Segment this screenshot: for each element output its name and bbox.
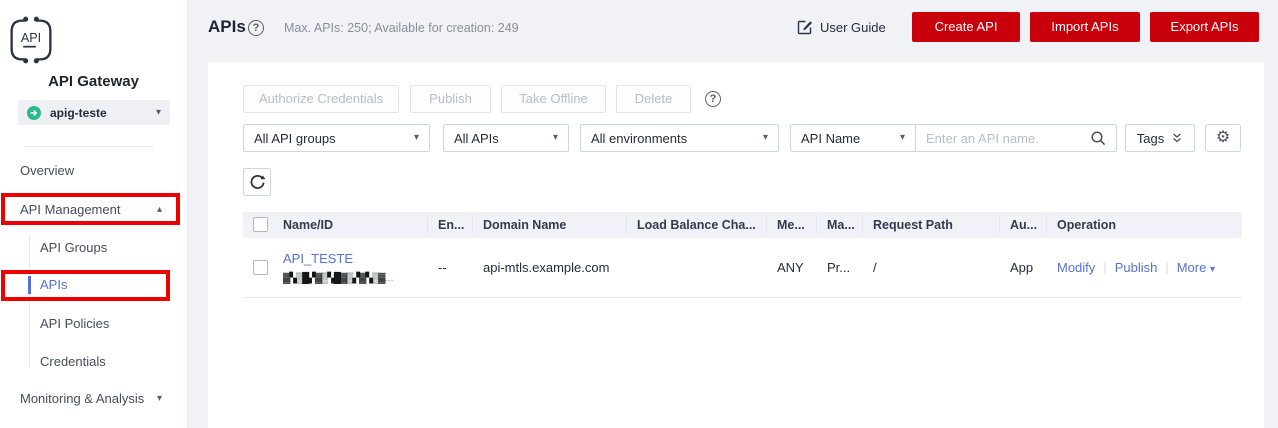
search-combo: API Name ▾ — [790, 124, 1117, 152]
column-header-request-path: Request Path — [863, 217, 1000, 233]
table-header-row: Name/ID En... Domain Name Load Balance C… — [243, 212, 1242, 238]
sidebar-item-credentials[interactable]: Credentials — [40, 351, 170, 373]
api-id-redacted: ▓▚▒█▞▓▒▚█▓▒▞▓▚▒▓ — [283, 273, 384, 284]
dropdown-value: All environments — [591, 131, 687, 146]
chevron-down-icon: ▾ — [763, 133, 768, 143]
sidebar-title: API Gateway — [0, 73, 187, 90]
create-api-button[interactable]: Create API — [912, 12, 1020, 42]
column-header-auth: Au... — [1000, 217, 1047, 233]
sidebar-item-label: API Policies — [40, 313, 109, 335]
take-offline-button[interactable]: Take Offline — [501, 85, 606, 113]
chevron-down-icon: ▾ — [414, 133, 419, 143]
api-group-filter-dropdown[interactable]: All API groups ▾ — [243, 124, 430, 152]
instance-selector[interactable]: apig-teste ▾ — [18, 100, 170, 125]
sidebar-item-apis[interactable]: APIs — [40, 274, 170, 296]
active-nav-indicator — [28, 276, 31, 294]
refresh-icon — [249, 174, 266, 191]
environment-filter-dropdown[interactable]: All environments ▾ — [580, 124, 779, 152]
cell-domain-name: api-mtls.example.com — [473, 260, 627, 275]
api-status-filter-dropdown[interactable]: All APIs ▾ — [443, 124, 569, 152]
action-separator: | — [1165, 260, 1168, 275]
search-icon[interactable] — [1090, 130, 1107, 147]
refresh-button[interactable] — [243, 168, 271, 196]
tags-button[interactable]: Tags — [1125, 124, 1195, 152]
svg-text:API: API — [21, 31, 41, 45]
publish-button[interactable]: Publish — [410, 85, 491, 113]
row-checkbox[interactable] — [253, 260, 268, 275]
page-title: APIs — [208, 17, 246, 37]
sidebar-divider — [24, 146, 154, 147]
cell-env: -- — [428, 260, 473, 275]
sidebar-item-label: Monitoring & Analysis — [20, 388, 144, 410]
help-icon[interactable]: ? — [248, 20, 264, 36]
instance-status-icon — [27, 106, 41, 120]
column-header-matching: Ma... — [817, 217, 863, 233]
main-panel: Authorize Credentials Publish Take Offli… — [208, 62, 1264, 428]
cell-method: ANY — [767, 260, 817, 275]
sidebar-item-api-management[interactable]: API Management ▴ — [20, 199, 170, 221]
sidebar: API API Gateway apig-teste ▾ Overview AP… — [0, 0, 188, 428]
import-apis-button[interactable]: Import APIs — [1030, 12, 1140, 42]
action-separator: | — [1103, 260, 1106, 275]
export-apis-button[interactable]: Export APIs — [1150, 12, 1259, 42]
api-table: Name/ID En... Domain Name Load Balance C… — [243, 212, 1242, 298]
api-id-ellipsis: ... — [384, 272, 393, 284]
cell-matching: Pr... — [817, 260, 863, 275]
cell-auth: App — [1000, 260, 1047, 275]
sidebar-item-label: APIs — [40, 274, 67, 296]
dropdown-value: API Name — [801, 131, 860, 146]
chevron-down-icon: ▾ — [900, 133, 905, 143]
search-category-dropdown[interactable]: API Name ▾ — [791, 125, 916, 151]
user-guide-icon — [797, 19, 813, 35]
column-header-load-balance: Load Balance Cha... — [627, 217, 767, 233]
chevron-down-icon: ▾ — [1210, 264, 1215, 275]
column-header-env: En... — [428, 217, 473, 233]
double-chevron-down-icon — [1171, 132, 1183, 144]
column-header-domain-name: Domain Name — [473, 217, 627, 233]
column-header-method: Me... — [767, 217, 817, 233]
publish-action-link[interactable]: Publish — [1115, 260, 1158, 275]
quota-text: Max. APIs: 250; Available for creation: … — [284, 21, 519, 35]
sidebar-item-label: Overview — [20, 160, 74, 182]
chevron-down-icon[interactable]: ▾ — [156, 108, 161, 118]
chevron-down-icon: ▾ — [553, 133, 558, 143]
gear-icon: ⚙ — [1216, 130, 1230, 146]
tags-label: Tags — [1137, 131, 1164, 146]
sidebar-item-label: API Management — [20, 199, 120, 221]
cell-request-path: / — [863, 260, 1000, 275]
dropdown-value: All APIs — [454, 131, 499, 146]
column-header-operation: Operation — [1047, 217, 1242, 233]
column-settings-button[interactable]: ⚙ — [1205, 124, 1241, 152]
user-guide-label: User Guide — [820, 20, 886, 35]
sidebar-item-api-policies[interactable]: API Policies — [40, 313, 170, 335]
sidebar-item-api-groups[interactable]: API Groups — [40, 237, 170, 259]
column-header-name-id: Name/ID — [273, 217, 428, 233]
user-guide-link[interactable]: User Guide — [797, 19, 886, 35]
instance-name: apig-teste — [50, 106, 107, 120]
help-icon[interactable]: ? — [705, 91, 721, 107]
api-gateway-logo: API — [0, 11, 187, 69]
delete-button[interactable]: Delete — [616, 85, 691, 113]
dropdown-value: All API groups — [254, 131, 336, 146]
table-row: API_TESTE ▓▚▒█▞▓▒▚█▓▒▞▓▚▒▓... -- api-mtl… — [243, 238, 1242, 298]
nav-indent-line — [29, 236, 30, 368]
sidebar-item-overview[interactable]: Overview — [20, 160, 170, 182]
api-name-link[interactable]: API_TESTE — [283, 251, 428, 266]
more-action-link[interactable]: More ▾ — [1177, 260, 1215, 275]
select-all-checkbox[interactable] — [253, 217, 268, 232]
more-label: More — [1177, 260, 1207, 275]
search-input[interactable] — [916, 125, 1116, 151]
authorize-credentials-button[interactable]: Authorize Credentials — [243, 85, 399, 113]
modify-action-link[interactable]: Modify — [1057, 260, 1095, 275]
chevron-up-icon: ▴ — [157, 205, 162, 215]
sidebar-item-label: Credentials — [40, 351, 106, 373]
sidebar-item-label: API Groups — [40, 237, 107, 259]
chevron-down-icon: ▾ — [157, 394, 162, 404]
sidebar-item-monitoring-analysis[interactable]: Monitoring & Analysis ▾ — [20, 388, 170, 410]
